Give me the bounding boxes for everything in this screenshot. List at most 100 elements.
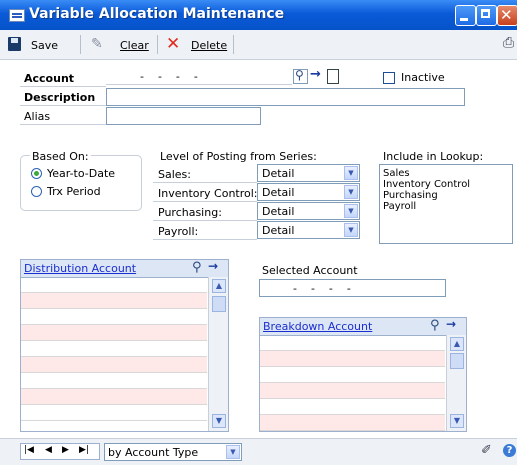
account-new-note-icon[interactable] — [327, 69, 339, 84]
breakdown-account-header[interactable]: Breakdown Account — [263, 320, 372, 333]
description-input[interactable] — [106, 88, 465, 106]
help-icon[interactable]: ? — [503, 444, 516, 457]
distribution-scrollbar[interactable]: ▲ ▼ — [208, 277, 228, 431]
account-field[interactable]: - - - - — [106, 69, 292, 85]
selected-account-field: - - - - — [259, 279, 446, 297]
purchasing-posting-value: Detail — [262, 205, 295, 218]
description-label: Description — [24, 91, 96, 104]
toolbar-separator — [233, 35, 234, 54]
sales-posting-select[interactable]: Detail ▼ — [257, 164, 360, 182]
chevron-down-icon: ▼ — [344, 185, 358, 199]
table-row[interactable] — [21, 309, 207, 325]
payroll-posting-select[interactable]: Detail ▼ — [257, 221, 360, 239]
based-on-title: Based On: — [30, 150, 91, 163]
next-record-icon[interactable]: ▶ — [62, 445, 69, 455]
distribution-grid[interactable]: Distribution Account ⚲ → ▲ ▼ — [20, 259, 229, 432]
minimize-icon — [460, 18, 468, 21]
table-row[interactable] — [21, 389, 207, 405]
table-row[interactable] — [260, 335, 445, 351]
based-on-group — [20, 155, 142, 211]
lookup-item[interactable]: Inventory Control — [383, 179, 470, 190]
note-icon[interactable]: ✐ — [481, 443, 492, 458]
lookup-list[interactable]: Sales Inventory Control Purchasing Payro… — [379, 164, 513, 244]
browse-by-select[interactable]: by Account Type ▼ — [104, 443, 242, 461]
account-expand-arrow-icon[interactable]: → — [310, 67, 321, 82]
table-row[interactable] — [260, 383, 445, 399]
inactive-checkbox[interactable] — [383, 72, 395, 84]
save-button[interactable]: Save — [31, 39, 58, 53]
table-row[interactable] — [260, 351, 445, 367]
save-icon — [8, 37, 21, 51]
table-row[interactable] — [21, 357, 207, 373]
trx-period-label: Trx Period — [47, 185, 101, 198]
inventory-posting-select[interactable]: Detail ▼ — [257, 183, 360, 201]
account-label: Account — [24, 72, 75, 85]
divider — [20, 124, 106, 125]
purchasing-posting-select[interactable]: Detail ▼ — [257, 202, 360, 220]
minimize-button[interactable] — [455, 5, 476, 26]
table-row[interactable] — [21, 373, 207, 389]
divider — [20, 105, 106, 106]
delete-button[interactable]: Delete — [191, 39, 227, 53]
breakdown-rows — [260, 335, 445, 431]
breakdown-expand-arrow-icon[interactable]: → — [446, 318, 456, 331]
scroll-thumb[interactable] — [450, 353, 464, 369]
distribution-expand-arrow-icon[interactable]: → — [208, 260, 218, 273]
distribution-search-icon[interactable]: ⚲ — [192, 260, 202, 275]
toolbar-separator — [80, 35, 81, 54]
inventory-posting-value: Detail — [262, 186, 295, 199]
close-icon: ✕ — [500, 6, 513, 24]
distribution-rows — [21, 277, 207, 431]
scroll-up-icon[interactable]: ▲ — [212, 279, 226, 293]
maximize-icon — [481, 9, 490, 18]
table-row[interactable] — [21, 277, 207, 293]
table-row[interactable] — [260, 367, 445, 383]
table-row[interactable] — [21, 341, 207, 357]
breakdown-scrollbar[interactable]: ▲ ▼ — [446, 335, 466, 431]
alias-input[interactable] — [106, 107, 261, 125]
table-row[interactable] — [21, 405, 207, 421]
scroll-down-icon[interactable]: ▼ — [212, 414, 226, 428]
distribution-account-header[interactable]: Distribution Account — [24, 262, 136, 275]
clear-button[interactable]: Clear — [120, 39, 149, 53]
print-icon[interactable]: ⎙ — [503, 35, 514, 51]
delete-icon: ✕ — [166, 34, 181, 54]
table-row[interactable] — [21, 293, 207, 309]
account-lookup-button[interactable]: ⚲ — [293, 68, 308, 84]
maximize-button[interactable] — [476, 5, 497, 26]
lookup-title: Include in Lookup: — [383, 150, 484, 163]
lookup-item[interactable]: Payroll — [383, 201, 416, 212]
posting-title: Level of Posting from Series: — [160, 150, 317, 163]
lookup-item[interactable]: Purchasing — [383, 190, 438, 201]
inventory-posting-label: Inventory Control: — [158, 187, 258, 200]
trx-period-radio[interactable] — [31, 186, 42, 197]
scroll-thumb[interactable] — [212, 296, 226, 312]
first-record-icon[interactable]: |◀ — [24, 445, 34, 455]
close-button[interactable]: ✕ — [497, 5, 517, 26]
breakdown-search-icon[interactable]: ⚲ — [430, 318, 440, 333]
table-row[interactable] — [260, 415, 445, 431]
last-record-icon[interactable]: ▶| — [79, 445, 89, 455]
payroll-posting-value: Detail — [262, 224, 295, 237]
selected-account-label: Selected Account — [262, 264, 358, 277]
window-title: Variable Allocation Maintenance — [29, 6, 285, 22]
selected-account-mask: - - - - — [293, 282, 351, 295]
year-to-date-radio[interactable] — [31, 168, 42, 179]
chevron-down-icon: ▼ — [344, 223, 358, 237]
payroll-posting-label: Payroll: — [158, 225, 199, 238]
table-row[interactable] — [21, 325, 207, 341]
purchasing-posting-label: Purchasing: — [158, 206, 222, 219]
previous-record-icon[interactable]: ◀ — [45, 445, 52, 455]
inactive-label: Inactive — [401, 71, 445, 84]
sales-posting-label: Sales: — [158, 168, 191, 181]
scroll-up-icon[interactable]: ▲ — [450, 337, 464, 351]
breakdown-grid[interactable]: Breakdown Account ⚲ → ▲ ▼ — [259, 317, 467, 432]
divider — [153, 182, 257, 183]
table-row[interactable] — [260, 399, 445, 415]
divider — [153, 201, 257, 202]
browse-by-value: by Account Type — [108, 446, 199, 459]
scroll-down-icon[interactable]: ▼ — [450, 414, 464, 428]
divider — [153, 220, 257, 221]
sales-posting-value: Detail — [262, 167, 295, 180]
lookup-item[interactable]: Sales — [383, 168, 410, 179]
